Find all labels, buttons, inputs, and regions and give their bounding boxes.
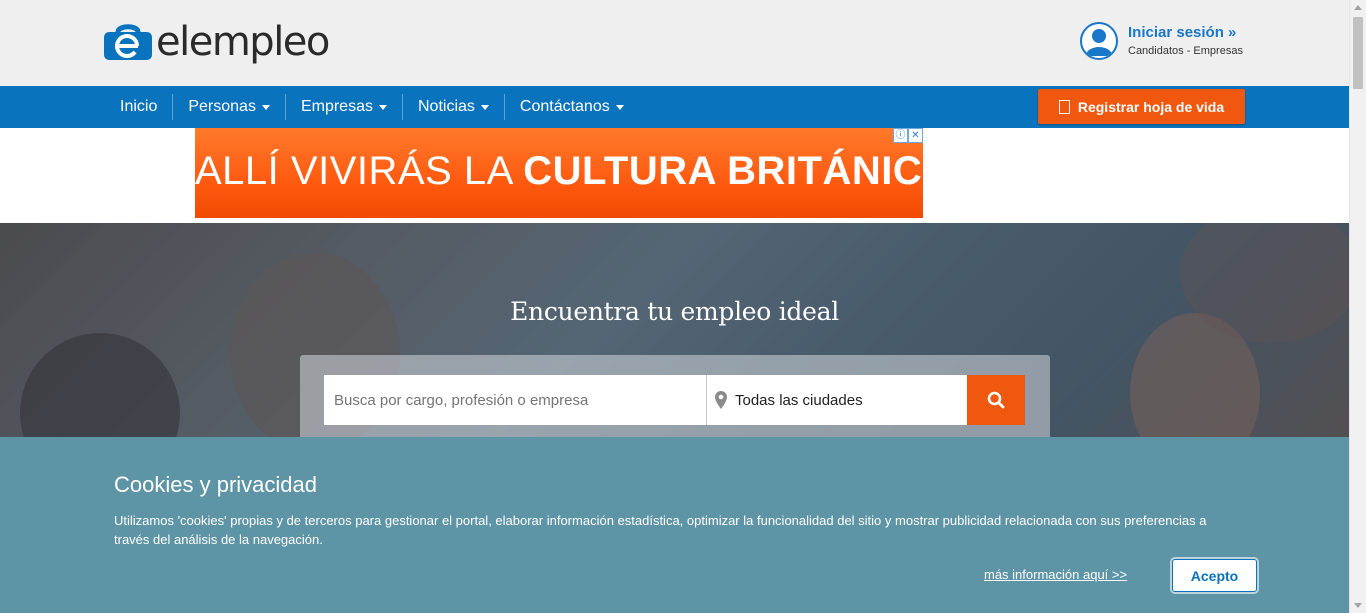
chevron-down-icon <box>261 104 270 110</box>
nav-item-inicio[interactable]: Inicio <box>105 94 174 120</box>
hero-section: Encuentra tu empleo ideal Todas las ciud… <box>0 223 1349 437</box>
ad-text-light: ALLÍ VIVIRÁS LA <box>195 149 512 193</box>
city-select-value: Todas las ciudades <box>735 391 863 409</box>
job-search-input[interactable] <box>324 375 706 425</box>
chevron-down-icon <box>615 104 624 110</box>
page-scrollbar[interactable] <box>1349 0 1366 613</box>
register-cv-label: Registrar hoja de vida <box>1077 98 1225 115</box>
search-icon <box>987 391 1005 409</box>
nav-item-contactanos[interactable]: Contáctanos <box>505 94 639 120</box>
ad-headline: ALLÍ VIVIRÁS LA CULTURA BRITÁNICA <box>195 149 923 194</box>
location-pin-icon <box>715 391 727 409</box>
accept-cookies-button[interactable]: Acepto <box>1172 559 1257 592</box>
ad-close-icon[interactable]: ✕ <box>908 128 923 143</box>
nav-item-label: Contáctanos <box>519 98 610 115</box>
logo-text: elempleo <box>156 19 330 65</box>
cookie-banner: Cookies y privacidad Utilizamos 'cookies… <box>0 437 1349 613</box>
register-cv-button[interactable]: Registrar hoja de vida <box>1038 89 1245 124</box>
scroll-thumb[interactable] <box>1353 17 1363 89</box>
document-icon <box>1058 99 1070 114</box>
login-link[interactable]: Iniciar sesión » <box>1128 24 1243 42</box>
chevron-down-icon <box>378 104 387 110</box>
top-header: elempleo Iniciar sesión » Candidatos - E… <box>0 0 1349 86</box>
login-area[interactable]: Iniciar sesión » Candidatos - Empresas <box>1080 22 1243 60</box>
nav-item-noticias[interactable]: Noticias <box>403 94 505 120</box>
nav-item-label: Personas <box>188 98 256 115</box>
nav-item-label: Empresas <box>300 98 373 115</box>
search-button[interactable] <box>967 375 1025 425</box>
nav-item-label: Inicio <box>120 98 158 115</box>
briefcase-logo-icon <box>104 21 152 63</box>
chevron-down-icon <box>480 104 489 110</box>
hero-title: Encuentra tu empleo ideal <box>510 297 839 326</box>
ad-info-icon[interactable]: ⓘ <box>893 128 908 143</box>
cookie-title: Cookies y privacidad <box>114 472 317 497</box>
ad-controls: ⓘ ✕ <box>893 128 923 143</box>
ad-text-bold: CULTURA BRITÁNICA <box>523 149 923 193</box>
user-avatar-icon[interactable] <box>1080 22 1118 60</box>
cookie-text: Utilizamos 'cookies' propias y de tercer… <box>114 513 1207 547</box>
nav-item-empresas[interactable]: Empresas <box>286 94 403 120</box>
scroll-down-arrow-icon[interactable] <box>1354 603 1362 608</box>
more-info-link[interactable]: más información aquí >> <box>984 567 1127 582</box>
city-select[interactable]: Todas las ciudades <box>706 375 968 425</box>
elempleo-logo[interactable]: elempleo <box>104 16 330 68</box>
nav-item-label: Noticias <box>417 98 475 115</box>
search-panel: Todas las ciudades <box>300 355 1050 437</box>
scroll-up-arrow-icon[interactable] <box>1354 5 1362 10</box>
ad-banner[interactable]: ALLÍ VIVIRÁS LA CULTURA BRITÁNICA ⓘ ✕ <box>195 128 923 218</box>
nav-item-personas[interactable]: Personas <box>173 94 286 120</box>
login-subtitle: Candidatos - Empresas <box>1128 44 1243 57</box>
